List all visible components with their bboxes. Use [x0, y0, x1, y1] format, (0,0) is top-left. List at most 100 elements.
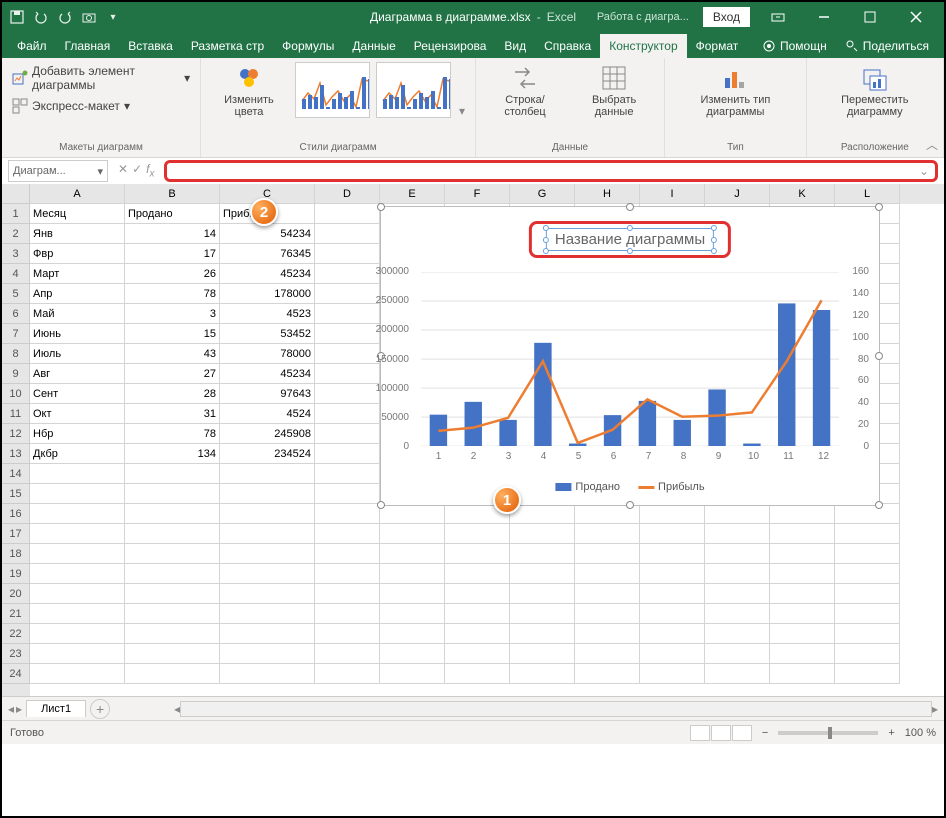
- cell[interactable]: [315, 524, 380, 544]
- cell[interactable]: [30, 604, 125, 624]
- cell[interactable]: [30, 644, 125, 664]
- cell[interactable]: [125, 624, 220, 644]
- camera-icon[interactable]: [80, 8, 98, 26]
- cell[interactable]: [220, 544, 315, 564]
- cell[interactable]: [30, 564, 125, 584]
- cell[interactable]: 97643: [220, 384, 315, 404]
- cell[interactable]: [510, 604, 575, 624]
- row-header[interactable]: 4: [2, 264, 30, 284]
- tab-рецензирова[interactable]: Рецензирова: [405, 34, 496, 58]
- row-header[interactable]: 17: [2, 524, 30, 544]
- cell[interactable]: [125, 584, 220, 604]
- cell[interactable]: [575, 584, 640, 604]
- sheet-tab[interactable]: Лист1: [26, 700, 86, 717]
- cell[interactable]: [30, 624, 125, 644]
- cell[interactable]: [220, 624, 315, 644]
- cell[interactable]: [445, 584, 510, 604]
- cell[interactable]: [770, 504, 835, 524]
- cell[interactable]: [125, 544, 220, 564]
- cell[interactable]: [380, 544, 445, 564]
- cell[interactable]: Месяц: [30, 204, 125, 224]
- cell[interactable]: [220, 644, 315, 664]
- cell[interactable]: [315, 444, 380, 464]
- cell[interactable]: [380, 504, 445, 524]
- cell[interactable]: [315, 424, 380, 444]
- login-button[interactable]: Вход: [703, 7, 750, 27]
- plot-area[interactable]: [421, 272, 839, 446]
- cell[interactable]: [770, 604, 835, 624]
- row-header[interactable]: 22: [2, 624, 30, 644]
- cell[interactable]: [575, 644, 640, 664]
- cell[interactable]: [220, 564, 315, 584]
- redo-icon[interactable]: [56, 8, 74, 26]
- cell[interactable]: [770, 664, 835, 684]
- cell[interactable]: [770, 544, 835, 564]
- cell[interactable]: Июль: [30, 344, 125, 364]
- cell[interactable]: 45234: [220, 264, 315, 284]
- chart-title-selection[interactable]: Название диаграммы: [529, 221, 731, 258]
- cell[interactable]: Апр: [30, 284, 125, 304]
- col-header[interactable]: A: [30, 184, 125, 204]
- cell[interactable]: [575, 544, 640, 564]
- cell[interactable]: 76345: [220, 244, 315, 264]
- col-header[interactable]: H: [575, 184, 640, 204]
- cell[interactable]: [315, 484, 380, 504]
- qat-dropdown-icon[interactable]: ▾: [104, 8, 122, 26]
- cell[interactable]: [640, 544, 705, 564]
- col-header[interactable]: I: [640, 184, 705, 204]
- col-header[interactable]: G: [510, 184, 575, 204]
- save-icon[interactable]: [8, 8, 26, 26]
- cell[interactable]: [380, 604, 445, 624]
- cell[interactable]: [770, 564, 835, 584]
- cell[interactable]: [315, 284, 380, 304]
- col-header[interactable]: K: [770, 184, 835, 204]
- chart-object[interactable]: Название диаграммы Продано Прибыль 05000…: [380, 206, 880, 506]
- cell[interactable]: [640, 504, 705, 524]
- col-header[interactable]: E: [380, 184, 445, 204]
- row-header[interactable]: 19: [2, 564, 30, 584]
- cell[interactable]: [705, 624, 770, 644]
- cell[interactable]: [770, 644, 835, 664]
- expand-formula-icon[interactable]: ⌄: [919, 164, 929, 178]
- zoom-in-icon[interactable]: +: [888, 727, 894, 739]
- cell[interactable]: [770, 584, 835, 604]
- row-header[interactable]: 8: [2, 344, 30, 364]
- cell[interactable]: [640, 624, 705, 644]
- cell[interactable]: [705, 544, 770, 564]
- col-header[interactable]: L: [835, 184, 900, 204]
- cell[interactable]: [315, 384, 380, 404]
- cell[interactable]: [445, 564, 510, 584]
- row-header[interactable]: 20: [2, 584, 30, 604]
- cell[interactable]: [705, 644, 770, 664]
- cell[interactable]: [220, 584, 315, 604]
- cell[interactable]: Нбр: [30, 424, 125, 444]
- cell[interactable]: [220, 604, 315, 624]
- row-header[interactable]: 5: [2, 284, 30, 304]
- add-sheet-icon[interactable]: +: [90, 699, 110, 719]
- row-header[interactable]: 21: [2, 604, 30, 624]
- cell[interactable]: 245908: [220, 424, 315, 444]
- row-header[interactable]: 14: [2, 464, 30, 484]
- cell[interactable]: [640, 644, 705, 664]
- cell[interactable]: [510, 584, 575, 604]
- row-header[interactable]: 24: [2, 664, 30, 684]
- cell[interactable]: [315, 324, 380, 344]
- cell[interactable]: [380, 624, 445, 644]
- row-header[interactable]: 12: [2, 424, 30, 444]
- cell[interactable]: [445, 604, 510, 624]
- col-header[interactable]: F: [445, 184, 510, 204]
- ribbon-options-icon[interactable]: [756, 2, 800, 32]
- cell[interactable]: [705, 564, 770, 584]
- col-header[interactable]: B: [125, 184, 220, 204]
- cell[interactable]: 14: [125, 224, 220, 244]
- tab-формат[interactable]: Формат: [687, 34, 748, 58]
- cell[interactable]: 4524: [220, 404, 315, 424]
- cell[interactable]: [220, 484, 315, 504]
- cell[interactable]: [125, 524, 220, 544]
- cell[interactable]: 45234: [220, 364, 315, 384]
- cell[interactable]: Авг: [30, 364, 125, 384]
- cell[interactable]: [220, 664, 315, 684]
- cell[interactable]: [705, 604, 770, 624]
- row-header[interactable]: 2: [2, 224, 30, 244]
- cell[interactable]: [510, 564, 575, 584]
